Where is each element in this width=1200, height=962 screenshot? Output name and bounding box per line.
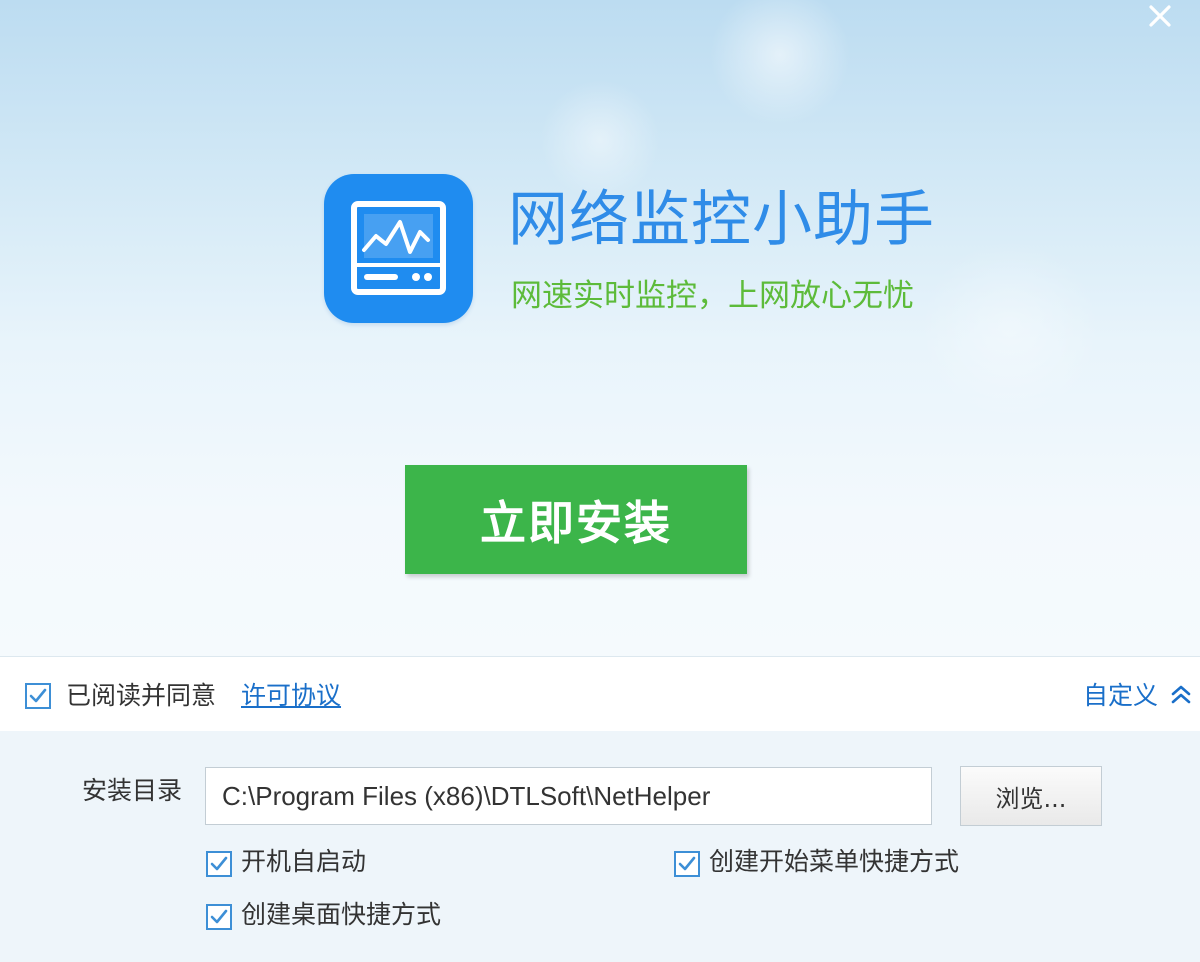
app-title: 网络监控小助手 [508,185,935,255]
start-menu-shortcut-label: 创建开始菜单快捷方式 [709,847,960,876]
close-button[interactable] [1138,0,1182,32]
install-dir-label: 安装目录 [82,776,183,805]
autostart-label: 开机自启动 [241,847,367,876]
customize-toggle[interactable]: 自定义 [1083,679,1191,713]
browse-button[interactable]: 浏览... [960,766,1102,826]
start-menu-shortcut-checkbox[interactable] [674,851,700,877]
close-icon [1149,5,1171,27]
desktop-shortcut-checkbox[interactable] [206,904,232,930]
agreement-text: 已阅读并同意 [66,681,217,710]
checkmark-icon [210,909,228,924]
app-logo [324,174,473,323]
chevron-up-icon [1171,685,1191,704]
app-slogan: 网速实时监控，上网放心无忧 [511,278,914,314]
install-dir-input[interactable] [205,767,932,825]
desktop-shortcut-label: 创建桌面快捷方式 [241,900,442,929]
checkmark-icon [678,856,696,871]
install-options-panel: 安装目录 浏览... 开机自启动 创建开始菜单快捷方式 创建桌面快捷方式 [0,731,1200,962]
install-now-button[interactable]: 立即安装 [405,465,747,574]
agree-checkbox[interactable] [25,683,51,709]
customize-label: 自定义 [1083,681,1159,710]
hero-banner: 网络监控小助手 网速实时监控，上网放心无忧 立即安装 [0,0,1200,656]
checkmark-icon [210,856,228,871]
autostart-checkbox[interactable] [206,851,232,877]
license-agreement-link[interactable]: 许可协议 [241,679,341,713]
monitor-icon [351,201,446,295]
checkmark-icon [29,688,47,703]
agreement-bar: 已阅读并同意 许可协议 自定义 [0,656,1200,731]
